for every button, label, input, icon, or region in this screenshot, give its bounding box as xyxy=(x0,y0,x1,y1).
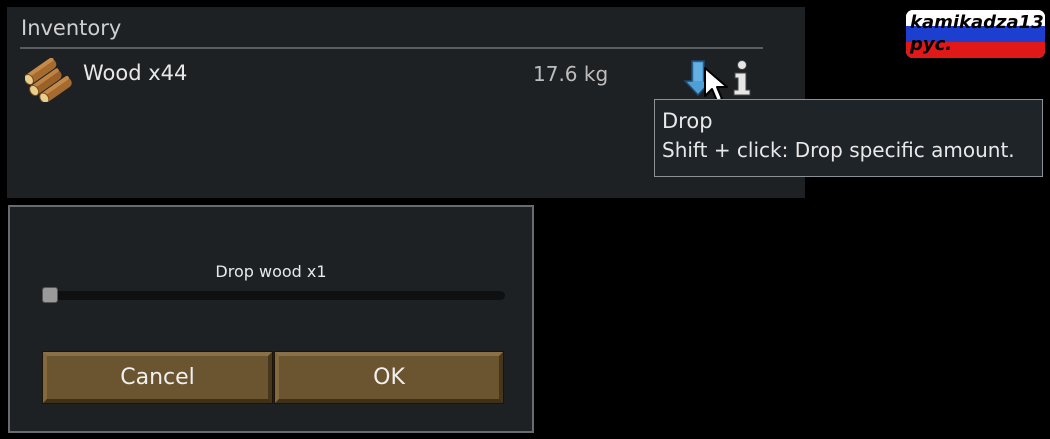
info-icon[interactable] xyxy=(729,59,755,97)
drop-tooltip: Drop Shift + click: Drop specific amount… xyxy=(654,99,1043,177)
amount-slider[interactable] xyxy=(42,287,505,303)
drop-arrow-icon[interactable] xyxy=(683,59,713,97)
item-mass: 17.6 kg xyxy=(533,62,609,86)
drop-amount-dialog: Drop wood x1 Cancel OK xyxy=(8,205,534,433)
translator-watermark: kamikadza13 рус. перевод xyxy=(906,10,1045,58)
inventory-item-row[interactable]: Wood x44 17.6 kg xyxy=(7,55,797,102)
tooltip-title: Drop xyxy=(662,109,713,133)
watermark-subtitle: рус. перевод xyxy=(910,34,998,58)
title-divider xyxy=(20,47,763,49)
ok-button[interactable]: OK xyxy=(274,351,504,404)
inventory-title: Inventory xyxy=(21,16,122,40)
slider-handle[interactable] xyxy=(42,287,58,303)
watermark-author: kamikadza13 xyxy=(910,12,1044,33)
tooltip-description: Shift + click: Drop specific amount. xyxy=(662,138,1015,162)
wood-logs-icon xyxy=(25,58,72,102)
item-name: Wood x44 xyxy=(83,61,188,85)
cancel-button[interactable]: Cancel xyxy=(42,351,273,404)
drop-amount-label: Drop wood x1 xyxy=(215,262,327,281)
